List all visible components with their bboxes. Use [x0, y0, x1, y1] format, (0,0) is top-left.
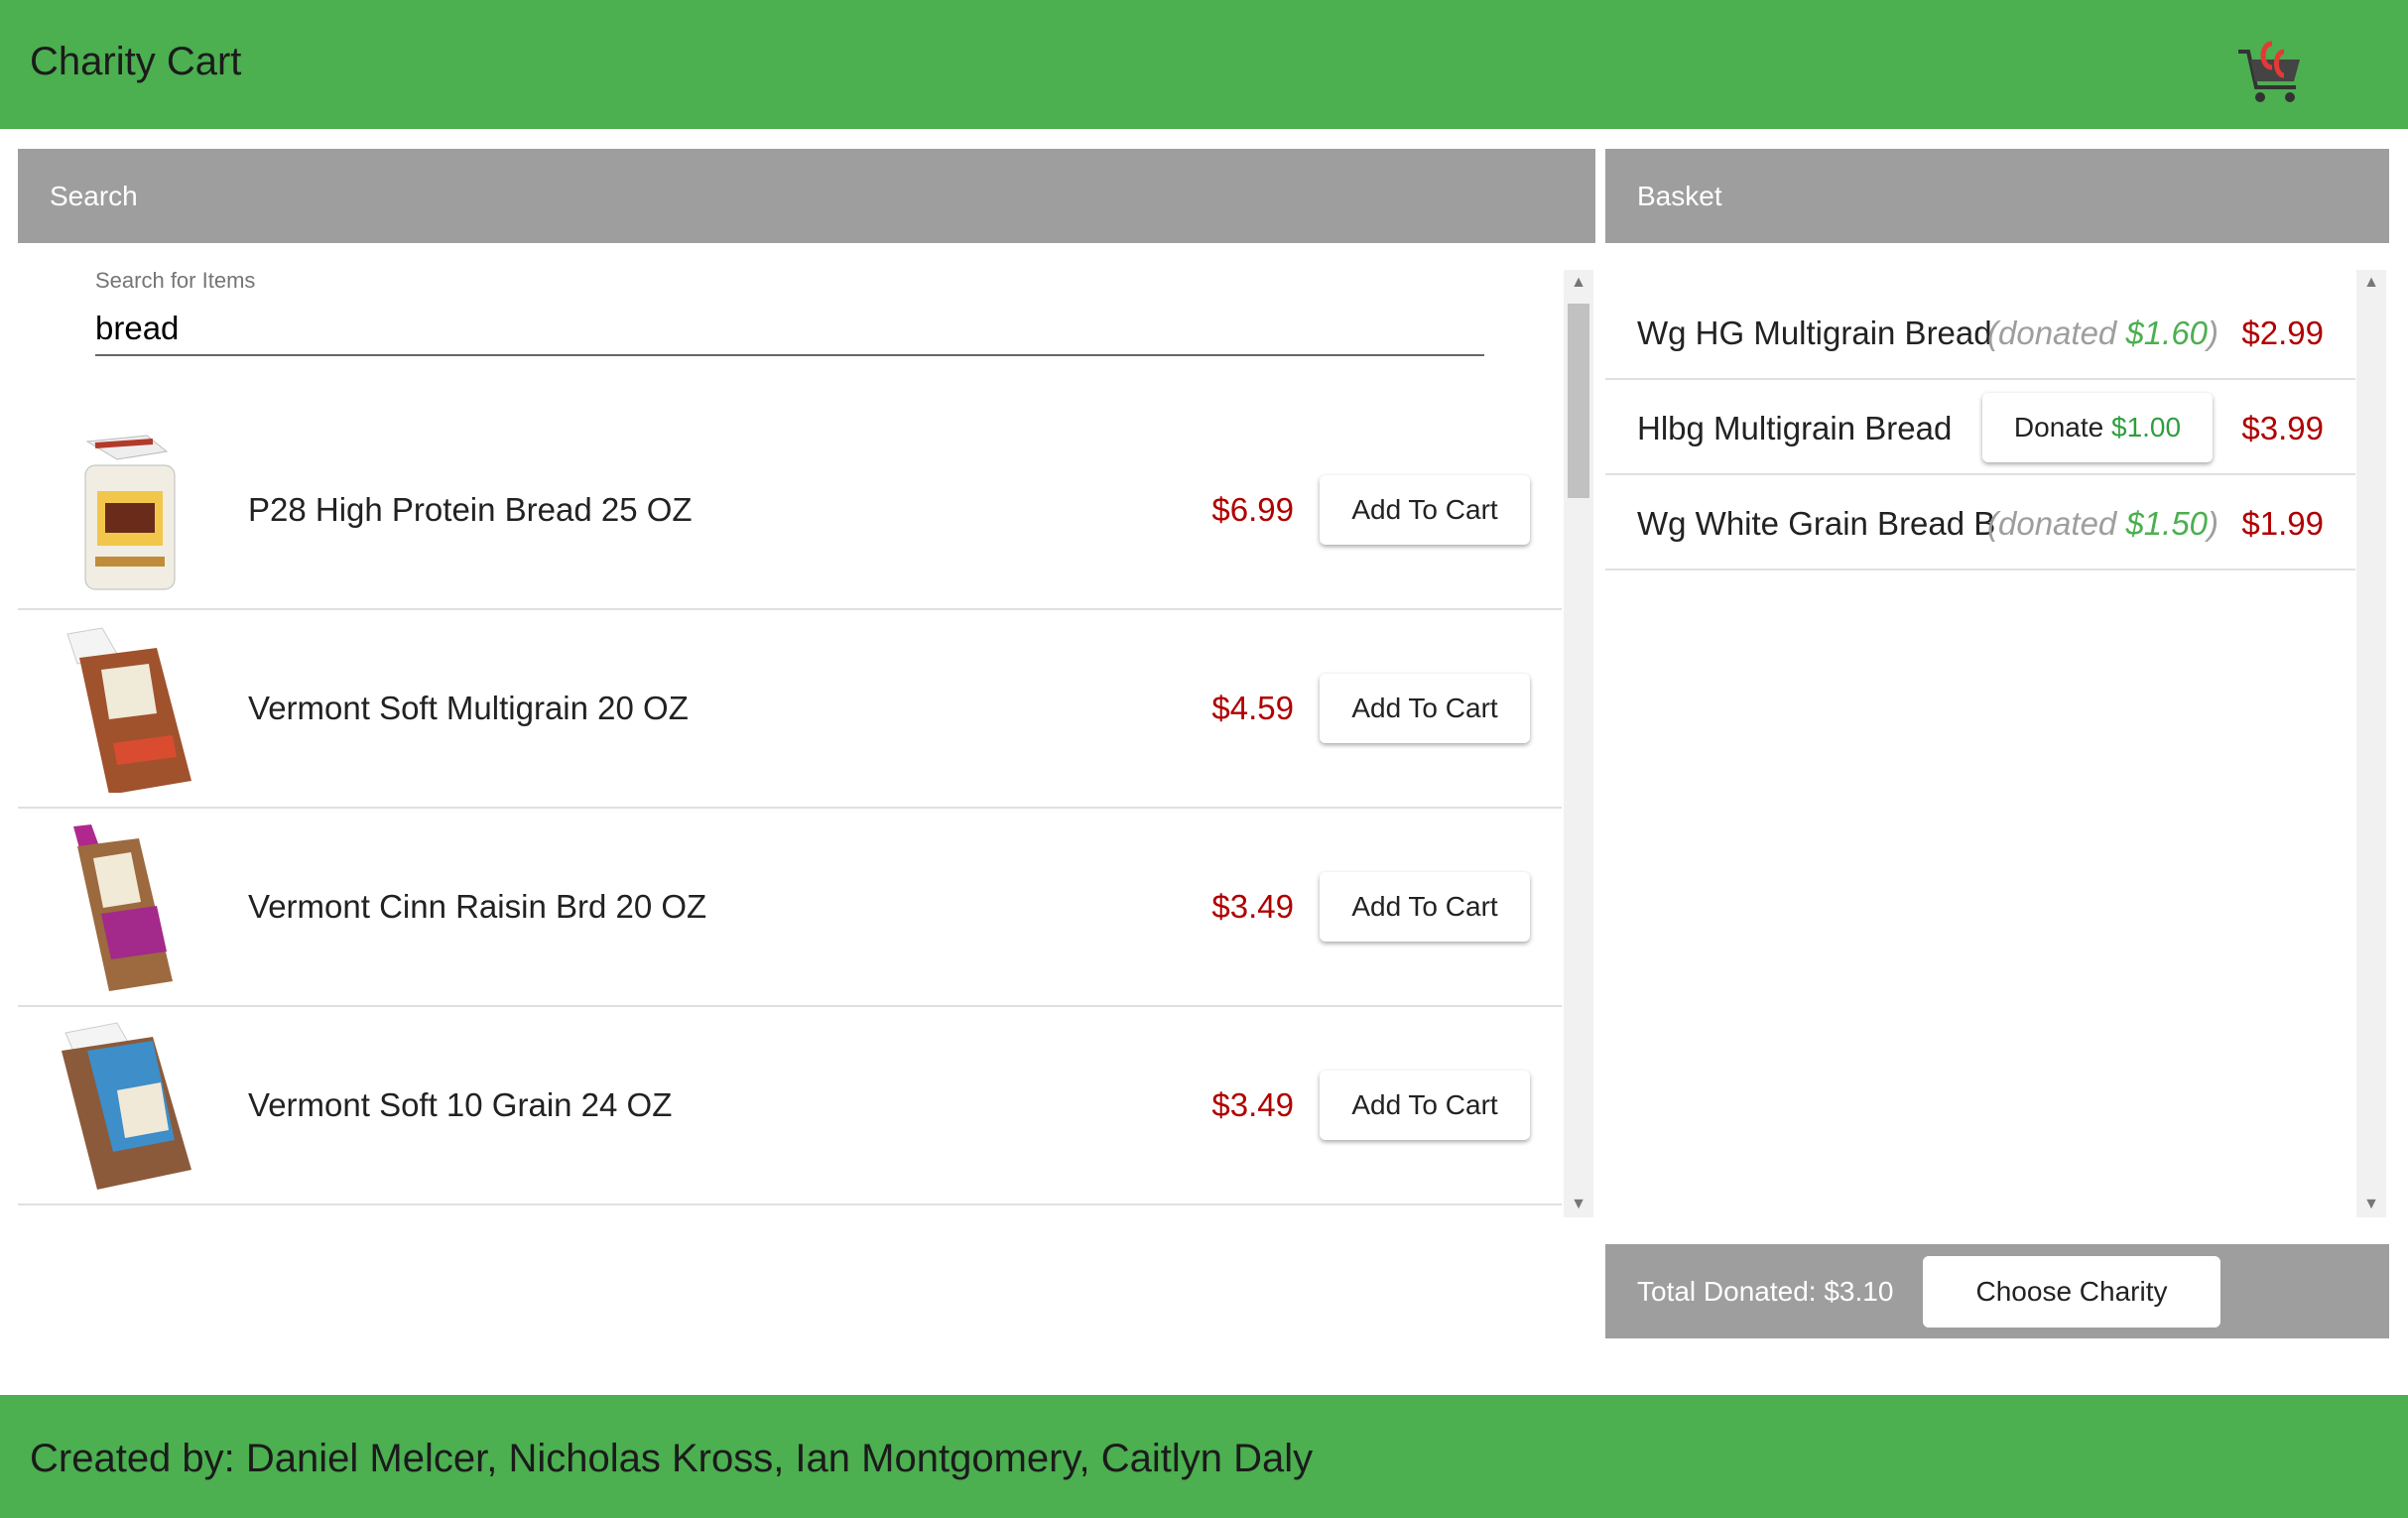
basket-item: Hlbg Multigrain Bread Donate $1.00 $3.99	[1605, 380, 2355, 475]
basket-panel-header: Basket	[1605, 149, 2389, 243]
add-to-cart-button[interactable]: Add To Cart	[1320, 872, 1530, 942]
scroll-thumb[interactable]	[1568, 304, 1589, 498]
product-image	[73, 824, 173, 991]
item-name: Vermont Cinn Raisin Brd 20 OZ	[248, 888, 707, 925]
app-header: Charity Cart	[0, 0, 2408, 129]
donated-note: (donated $1.60)	[1987, 315, 2219, 351]
total-donated: Total Donated: $3.10	[1637, 1276, 1894, 1307]
search-panel-header: Search	[18, 149, 1595, 243]
app-title: Charity Cart	[30, 40, 242, 83]
donated-note: (donated $1.50)	[1987, 505, 2219, 542]
basket-item-price: $2.99	[2241, 315, 2324, 351]
item-name: Vermont Soft 10 Grain 24 OZ	[248, 1086, 673, 1123]
list-item: Vermont Soft 10 Grain 24 OZ $3.49 Add To…	[18, 1007, 1562, 1205]
product-image	[62, 1022, 191, 1190]
scroll-down-icon[interactable]: ▼	[2356, 1196, 2386, 1213]
item-price: $3.49	[1211, 1086, 1294, 1123]
basket-item-price: $3.99	[2241, 410, 2324, 446]
list-item: Vermont Cinn Raisin Brd 20 OZ $3.49 Add …	[18, 809, 1562, 1007]
add-to-cart-button[interactable]: Add To Cart	[1320, 674, 1530, 743]
search-label: Search for Items	[95, 268, 256, 293]
results-scrollbar[interactable]: ▲ ▼	[1564, 270, 1593, 1217]
choose-charity-button[interactable]: Choose Charity	[1923, 1256, 2220, 1328]
add-to-cart-button[interactable]: Add To Cart	[1320, 1071, 1530, 1140]
donate-button[interactable]: Donate $1.00	[1982, 393, 2213, 462]
scroll-up-icon[interactable]: ▲	[2356, 274, 2386, 292]
basket-item: Wg HG Multigrain Bread (donated $1.60) $…	[1605, 285, 2355, 380]
list-item: P28 High Protein Bread 25 OZ $6.99 Add T…	[18, 412, 1562, 610]
product-image	[66, 627, 191, 793]
scroll-down-icon[interactable]: ▼	[1564, 1196, 1593, 1213]
basket-item-name: Wg HG Multigrain Bread	[1637, 315, 1992, 351]
cart-logo-icon[interactable]	[2234, 30, 2308, 109]
product-image	[84, 435, 176, 590]
item-price: $3.49	[1211, 888, 1294, 925]
search-input[interactable]	[95, 303, 1484, 356]
credits: Created by: Daniel Melcer, Nicholas Kros…	[30, 1437, 1314, 1480]
item-name: P28 High Protein Bread 25 OZ	[248, 491, 693, 528]
list-item: Vermont Soft Multigrain 20 OZ $4.59 Add …	[18, 610, 1562, 809]
item-price: $6.99	[1211, 491, 1294, 528]
results-list: P28 High Protein Bread 25 OZ $6.99 Add T…	[18, 412, 1562, 1215]
add-to-cart-button[interactable]: Add To Cart	[1320, 475, 1530, 545]
item-name: Vermont Soft Multigrain 20 OZ	[248, 690, 689, 726]
basket-item-name: Hlbg Multigrain Bread	[1637, 410, 1953, 446]
item-price: $4.59	[1211, 690, 1294, 726]
basket-panel-title: Basket	[1637, 181, 1722, 211]
app-footer: Created by: Daniel Melcer, Nicholas Kros…	[0, 1395, 2408, 1518]
scroll-up-icon[interactable]: ▲	[1564, 274, 1593, 292]
basket-item-name: Wg White Grain Bread B	[1637, 505, 1996, 542]
basket-item-price: $1.99	[2241, 505, 2324, 542]
total-donated-bar: Total Donated: $3.10 Choose Charity	[1605, 1244, 2389, 1338]
basket-item: Wg White Grain Bread B (donated $1.50) $…	[1605, 475, 2355, 570]
basket-scrollbar[interactable]: ▲ ▼	[2356, 270, 2386, 1217]
search-panel-title: Search	[50, 181, 138, 211]
